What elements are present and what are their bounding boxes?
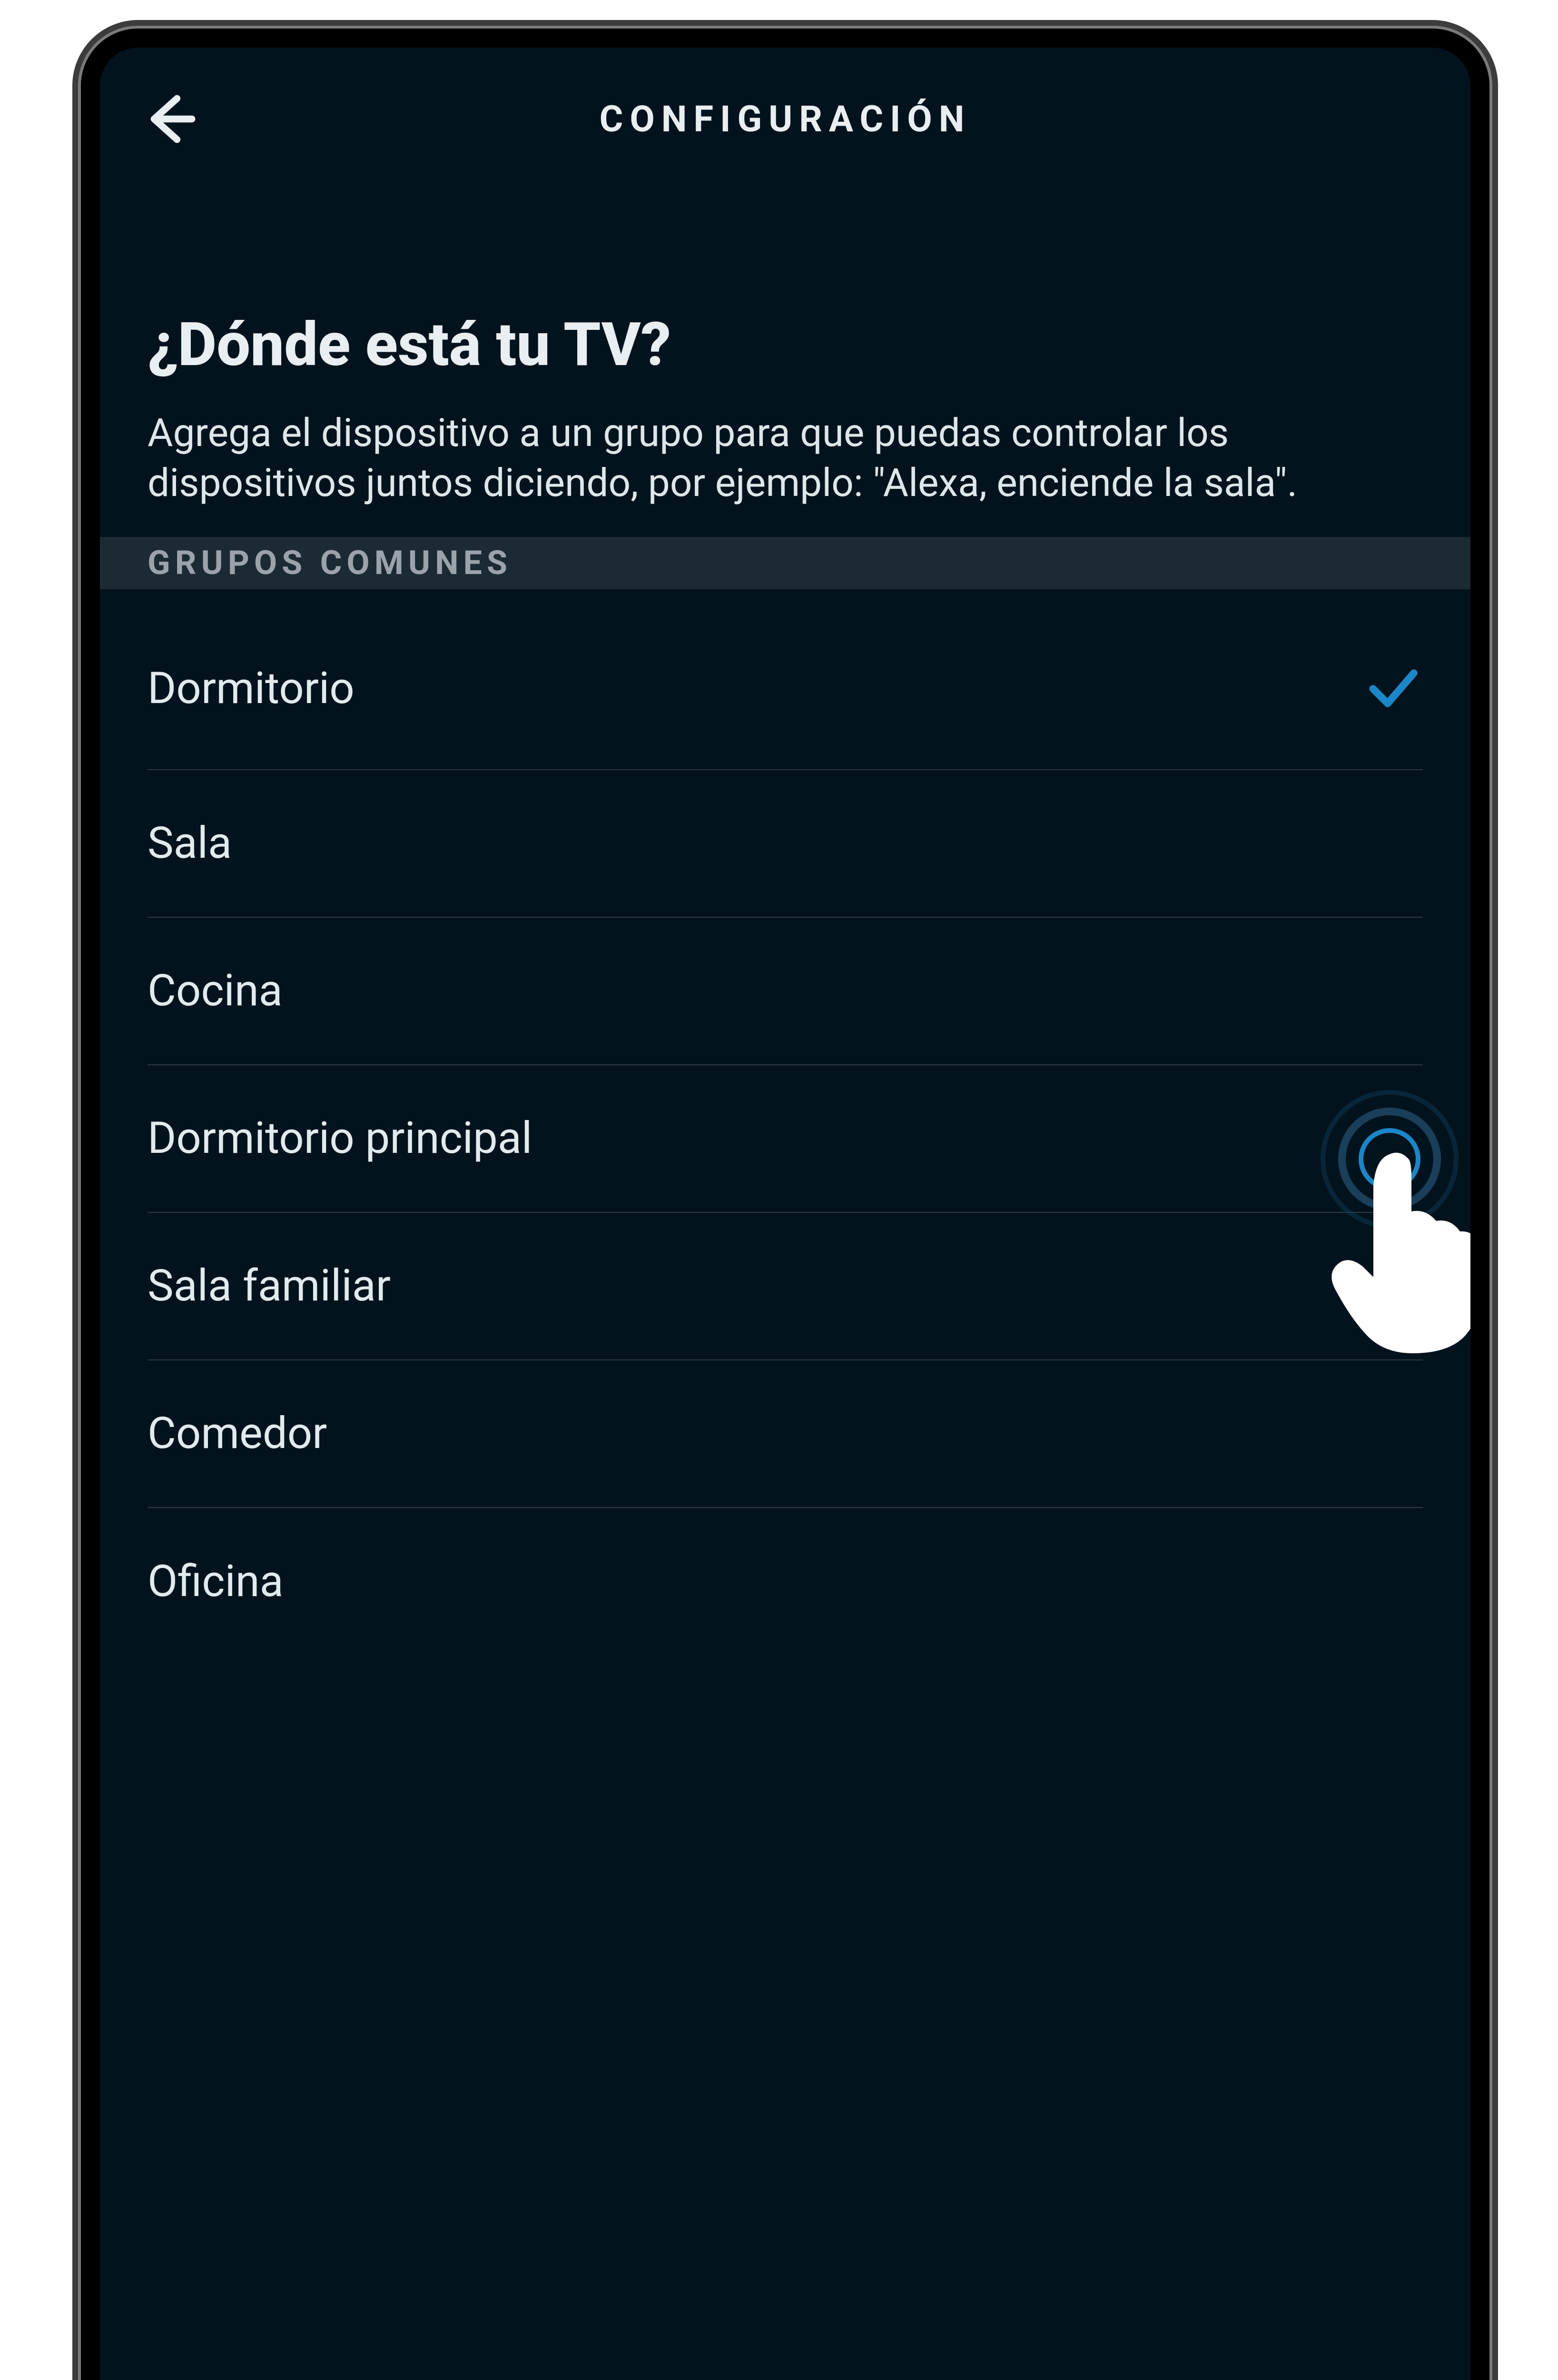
group-row-cocina[interactable]: Cocina [148,918,1423,1065]
group-label: Dormitorio principal [148,1113,532,1164]
section-label: GRUPOS COMUNES [148,544,1423,583]
group-label: Oficina [148,1556,284,1607]
group-row-dormitorio-principal[interactable]: Dormitorio principal [148,1065,1423,1213]
group-label: Cocina [148,965,283,1016]
section-label-bar: GRUPOS COMUNES [100,537,1470,589]
group-list: Dormitorio Sala Cocina Dormitorio princi… [100,589,1470,1656]
check-icon [1367,663,1419,715]
group-row-oficina[interactable]: Oficina [148,1508,1423,1656]
page-heading: ¿Dónde está tu TV? [100,190,1470,408]
group-row-sala-familiar[interactable]: Sala familiar [148,1213,1423,1360]
app-header: CONFIGURACIÓN [100,48,1470,190]
group-label: Dormitorio [148,663,355,714]
group-label: Comedor [148,1408,327,1459]
page-subheading: Agrega el dispositivo a un grupo para qu… [100,408,1470,537]
content-area: ¿Dónde está tu TV? Agrega el dispositivo… [100,190,1470,2380]
header-title: CONFIGURACIÓN [600,98,971,140]
group-label: Sala familiar [148,1260,391,1311]
group-row-dormitorio[interactable]: Dormitorio [148,589,1423,770]
group-row-sala[interactable]: Sala [148,770,1423,918]
group-label: Sala [148,818,232,869]
group-row-comedor[interactable]: Comedor [148,1360,1423,1508]
screen: CONFIGURACIÓN ¿Dónde está tu TV? Agrega … [100,48,1470,2380]
back-button[interactable] [143,90,200,148]
arrow-left-icon [143,90,200,148]
phone-frame: CONFIGURACIÓN ¿Dónde está tu TV? Agrega … [81,29,1489,2380]
